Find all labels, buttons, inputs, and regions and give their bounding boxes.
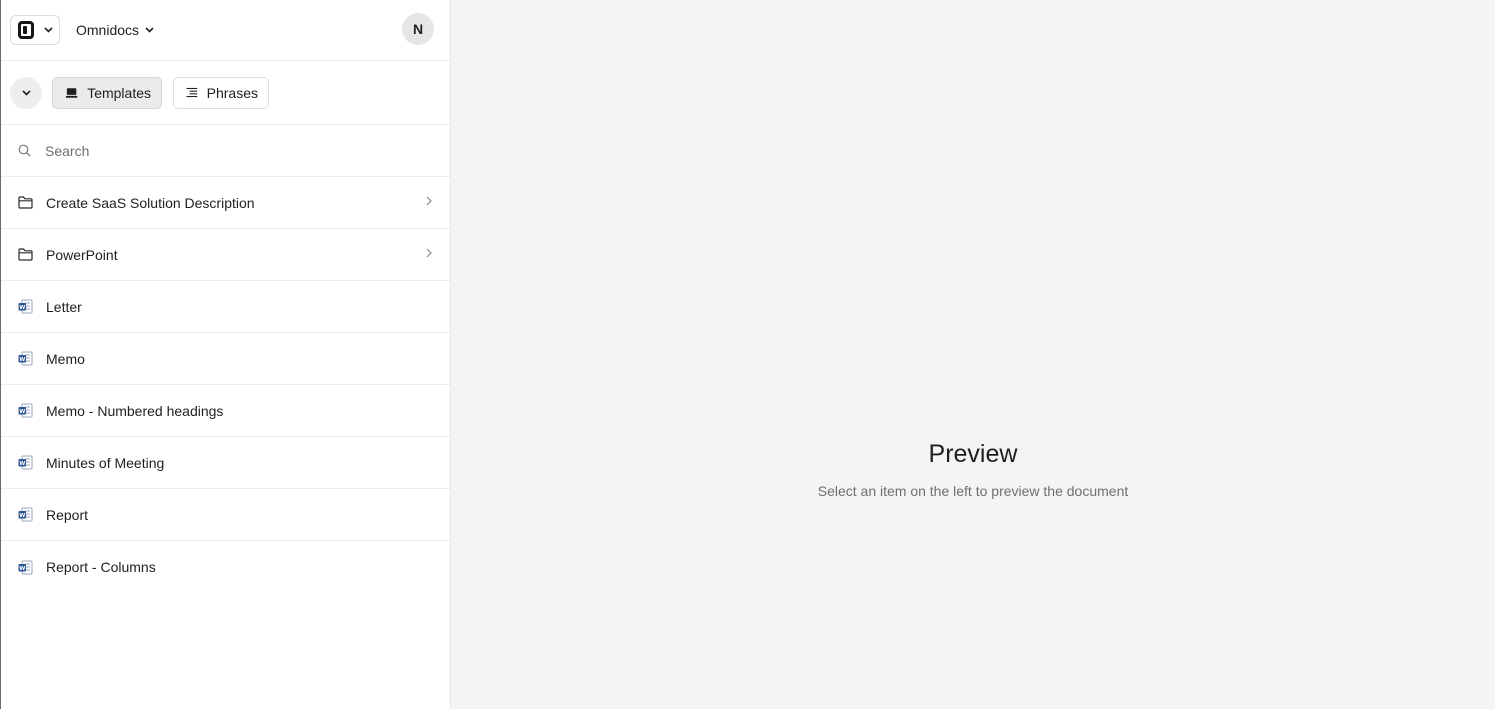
svg-text:W: W [19,305,25,311]
preview-title: Preview [928,440,1018,468]
word-document-icon: W [18,560,33,574]
list-item-document[interactable]: W Letter [1,281,450,333]
list-item-label: Create SaaS Solution Description [46,194,255,211]
avatar-initial: N [412,21,424,37]
chevron-right-icon [426,248,432,258]
omnidocs-logo-icon [17,21,34,39]
list-item-document[interactable]: W Minutes of Meeting [1,437,450,489]
search-bar [1,125,450,177]
folder-icon [18,248,33,261]
list-item-document[interactable]: W Report [1,489,450,541]
list-item-label: Report - Columns [46,559,156,575]
folder-icon [18,196,33,209]
list-item-folder[interactable]: Create SaaS Solution Description [1,177,450,229]
list-item-label: Report [46,506,89,523]
sidebar: Omnidocs N Templates Phrases Search Crea… [0,0,451,709]
chevron-right-icon [426,196,432,206]
svg-text:W: W [19,461,25,467]
workspace-selector[interactable]: Omnidocs [76,22,154,38]
list-icon [186,87,198,98]
tab-templates-label: Templates [87,84,151,101]
stack-icon [65,87,78,98]
tab-phrases-label: Phrases [206,84,258,101]
sidebar-header: Omnidocs N [1,0,450,61]
list-item-label: Memo [46,350,85,367]
chevron-down-icon [21,89,31,96]
list-item-label: Letter [46,298,82,315]
workspace-name: Omnidocs [76,22,140,38]
search-input[interactable] [45,142,405,159]
tab-templates[interactable]: Templates [52,76,162,109]
preview-pane: Preview Select an item on the left to pr… [451,0,1495,709]
list-item-folder[interactable]: PowerPoint [1,229,450,281]
collapse-button[interactable] [10,76,42,109]
chevron-down-icon [145,27,154,33]
list-item-label: PowerPoint [46,246,118,263]
svg-text:W: W [19,513,25,519]
preview-subtitle: Select an item on the left to preview th… [817,483,1129,499]
list-item-document[interactable]: W Memo - Numbered headings [1,385,450,437]
svg-text:W: W [19,409,25,415]
word-document-icon: W [18,455,33,470]
chevron-down-icon [43,27,53,33]
list-item-document[interactable]: W Report - Columns [1,541,450,593]
word-document-icon: W [18,403,33,418]
user-avatar[interactable]: N [402,13,434,45]
list-item-document[interactable]: W Memo [1,333,450,385]
template-list: Create SaaS Solution Description PowerPo… [1,177,450,593]
svg-text:W: W [19,565,25,571]
word-document-icon: W [18,351,33,366]
view-toolbar: Templates Phrases [1,61,450,125]
svg-text:W: W [19,357,25,363]
word-document-icon: W [18,299,33,314]
word-document-icon: W [18,507,33,522]
tab-phrases[interactable]: Phrases [173,76,269,109]
search-icon [18,144,31,157]
list-item-label: Memo - Numbered headings [46,402,224,419]
app-switcher-button[interactable] [10,15,60,45]
list-item-label: Minutes of Meeting [46,454,165,471]
